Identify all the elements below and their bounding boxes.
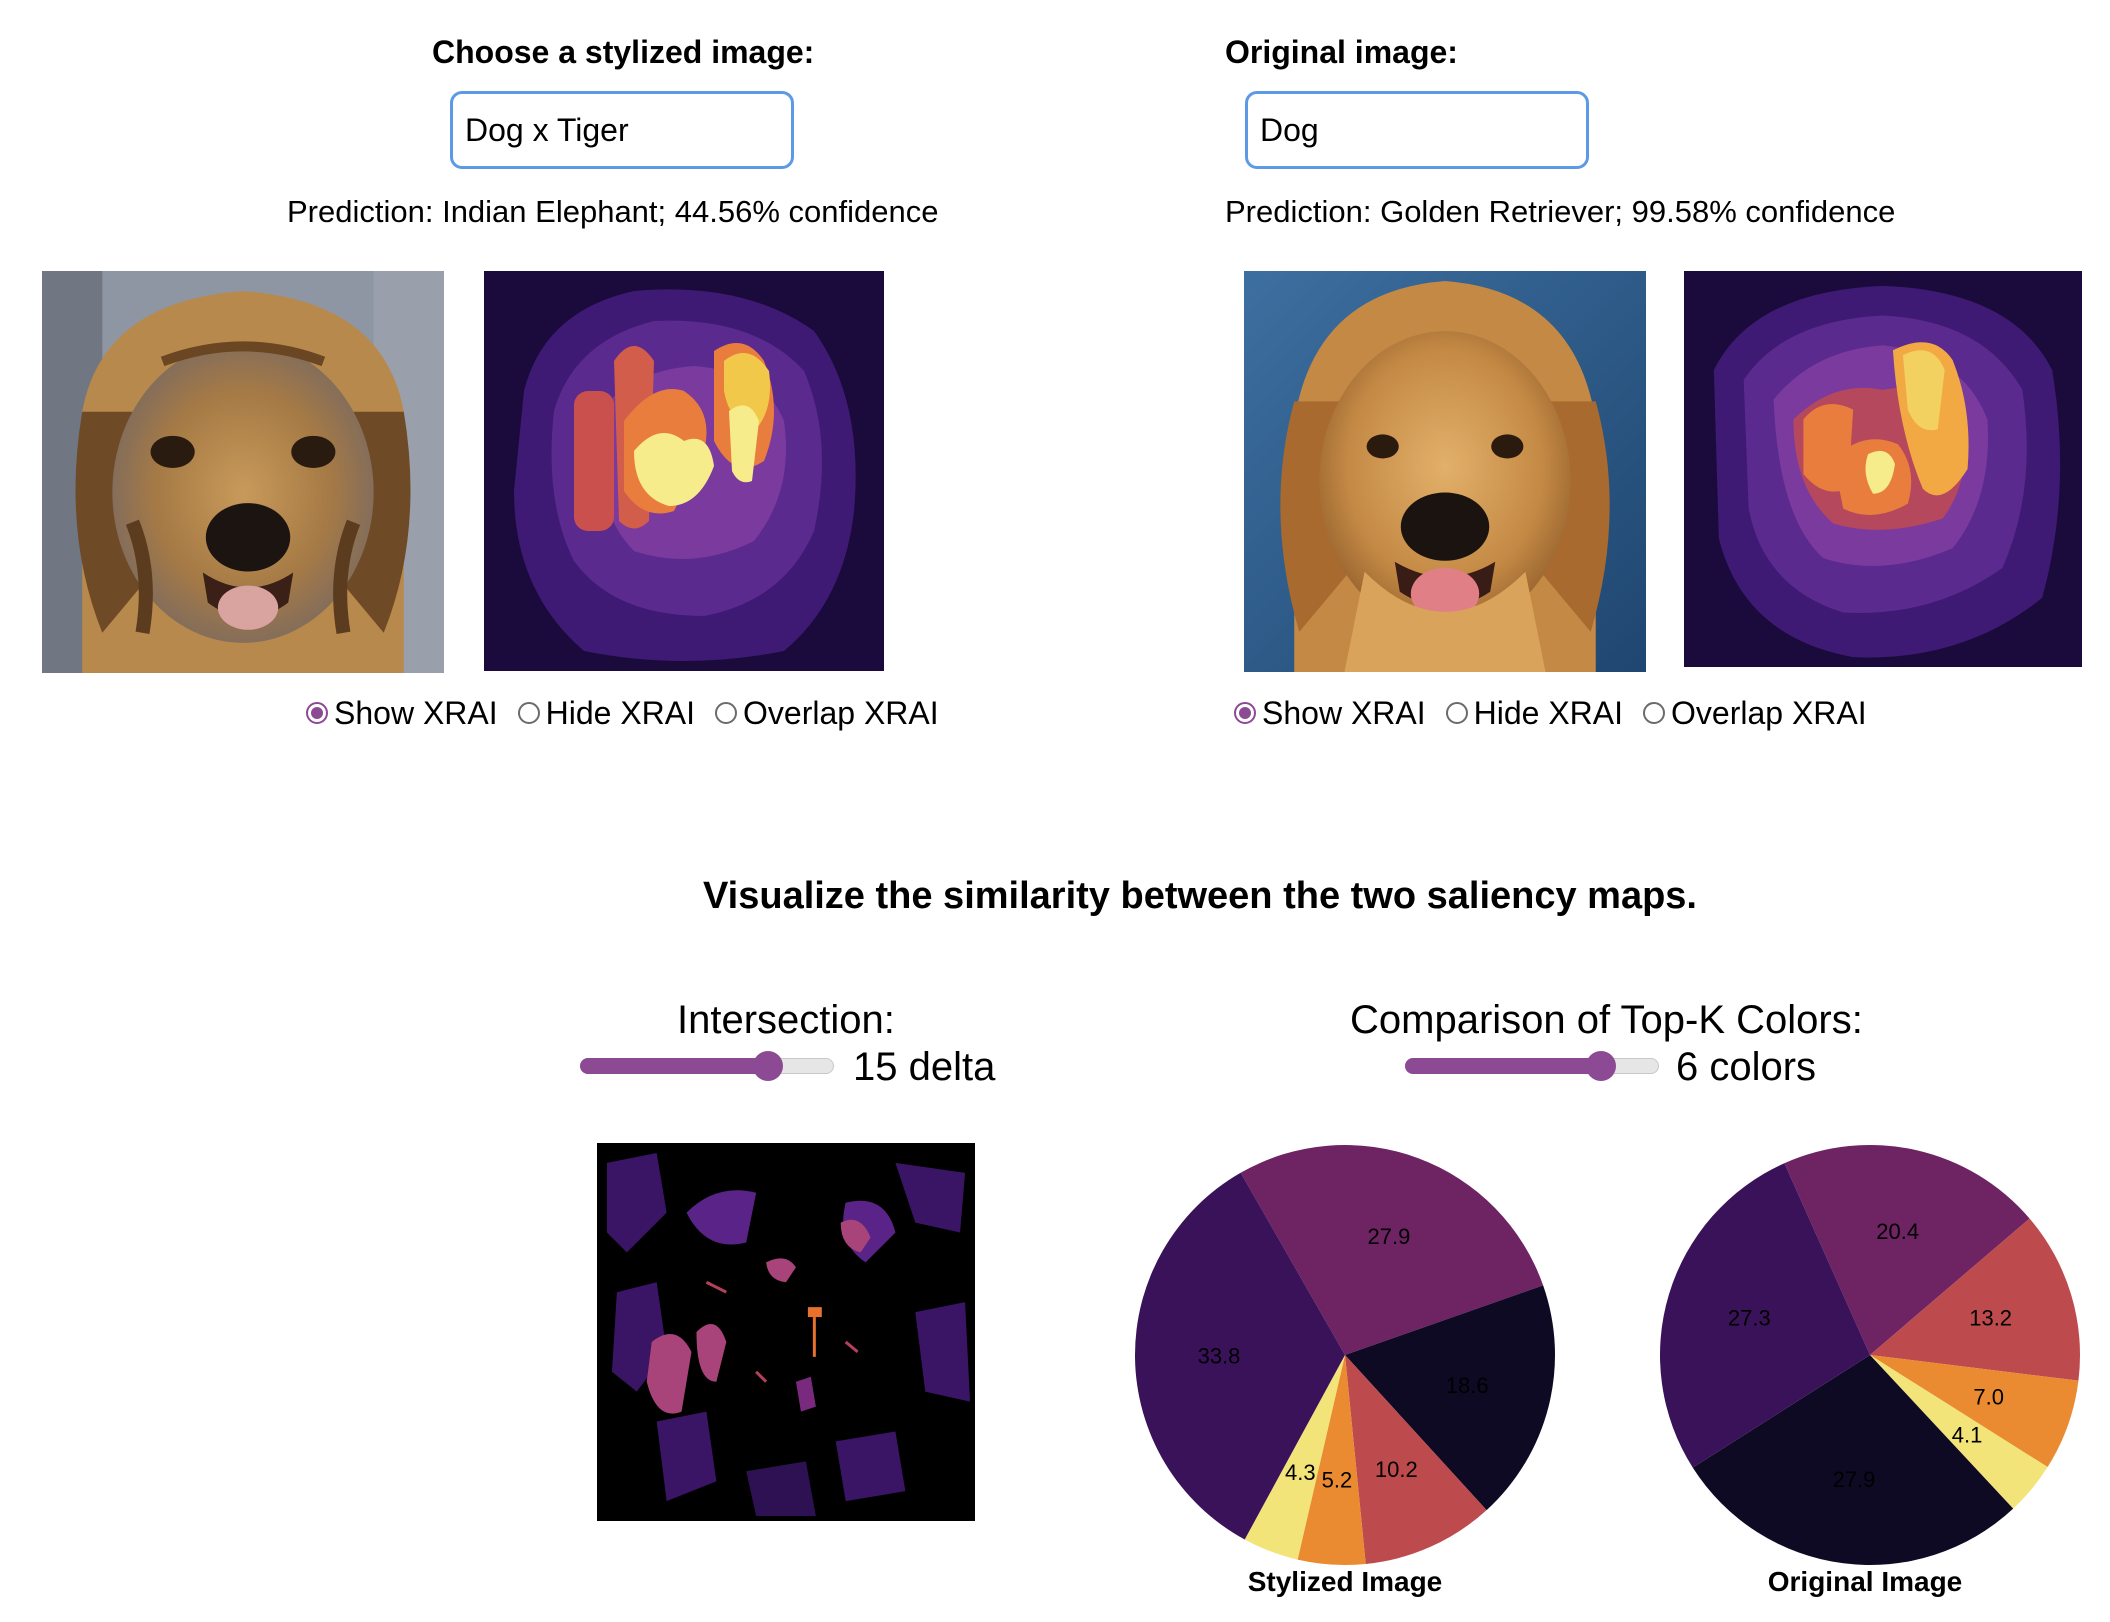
original-dog-image (1244, 271, 1646, 672)
topk-colors-slider[interactable] (1405, 1048, 1659, 1084)
original-show-xrai-radio[interactable] (1234, 702, 1256, 724)
pie-slice-label: 10.2 (1375, 1457, 1418, 1482)
pie-slice-label: 27.9 (1833, 1467, 1876, 1492)
radio-label: Show XRAI (1262, 694, 1426, 731)
original-image-pie-caption: Original Image (1767, 1566, 1963, 1597)
original-hide-xrai-radio[interactable] (1445, 702, 1468, 724)
pie-slice-label: 13.2 (1969, 1306, 2012, 1331)
stylized-dog-image (42, 271, 444, 673)
original-prediction-text: Prediction: Golden Retriever; 99.58% con… (1225, 194, 1896, 229)
topk-colors-label: Comparison of Top-K Colors: (1350, 998, 1863, 1042)
pie-slice-label: 18.6 (1446, 1373, 1489, 1398)
stylized-image-heading: Choose a stylized image: (432, 34, 815, 70)
stylized-show-xrai-option[interactable]: Show XRAI (306, 695, 498, 732)
stylized-image-pie-chart: 27.9 18.6 10.2 5.24.3 33.8 (1135, 1145, 1555, 1565)
stylized-overlap-xrai-radio[interactable] (715, 702, 738, 724)
similarity-section-title: Visualize the similarity between the two… (703, 875, 1697, 917)
radio-label: Show XRAI (334, 694, 498, 731)
pie-slice-label: 27.9 (1368, 1224, 1411, 1249)
original-show-xrai-option[interactable]: Show XRAI (1234, 695, 1426, 732)
radio-label: Hide XRAI (545, 694, 696, 731)
stylized-prediction-text: Prediction: Indian Elephant; 44.56% conf… (287, 194, 939, 229)
original-hide-xrai-option[interactable]: Hide XRAI (1445, 694, 1624, 732)
radio-label: Hide XRAI (1473, 694, 1624, 731)
stylized-show-xrai-radio[interactable] (306, 702, 328, 724)
stylized-xrai-radio-group: Show XRAI Hide XRAI Overlap XRAI (306, 693, 959, 733)
slider-fill (1405, 1058, 1601, 1074)
pie-slice-label: 4.1 (1952, 1422, 1983, 1447)
stylized-overlap-xrai-option[interactable]: Overlap XRAI (715, 695, 939, 732)
slider-thumb[interactable] (1585, 1051, 1616, 1081)
stylized-image-pie-caption: Stylized Image (1247, 1566, 1443, 1597)
original-overlap-xrai-radio[interactable] (1643, 702, 1666, 724)
stylized-image-select[interactable]: Dog x Tiger (450, 91, 794, 169)
original-image-select[interactable]: Dog (1245, 91, 1589, 169)
stylized-hide-xrai-option[interactable]: Hide XRAI (517, 694, 696, 732)
radio-label: Overlap XRAI (743, 694, 939, 731)
intersection-label: Intersection: (677, 998, 895, 1042)
slider-thumb[interactable] (752, 1051, 783, 1081)
stylized-hide-xrai-radio[interactable] (517, 702, 540, 724)
pie-slice-label: 20.4 (1876, 1219, 1919, 1244)
stylized-saliency-map (484, 271, 884, 671)
original-xrai-radio-group: Show XRAI Hide XRAI Overlap XRAI (1234, 693, 1887, 733)
intersection-image (597, 1143, 975, 1521)
original-saliency-map (1684, 271, 2082, 667)
slider-fill (580, 1058, 768, 1074)
pie-slice-label: 27.3 (1728, 1306, 1771, 1331)
radio-label: Overlap XRAI (1671, 694, 1867, 731)
pie-slice-label: 7.0 (1973, 1384, 2004, 1409)
pie-slice-label: 4.3 (1285, 1460, 1316, 1485)
original-image-heading: Original image: (1225, 34, 1458, 70)
pie-slice-label: 33.8 (1198, 1343, 1241, 1368)
original-overlap-xrai-option[interactable]: Overlap XRAI (1643, 695, 1867, 732)
pie-slice-label: 5.2 (1322, 1468, 1353, 1493)
topk-colors-value: 6 colors (1676, 1045, 1817, 1089)
intersection-value: 15 delta (853, 1045, 996, 1089)
intersection-slider[interactable] (580, 1048, 834, 1084)
original-image-pie-chart: 20.4 13.2 7.0 4.1 27.9 27.3 (1660, 1145, 2080, 1565)
